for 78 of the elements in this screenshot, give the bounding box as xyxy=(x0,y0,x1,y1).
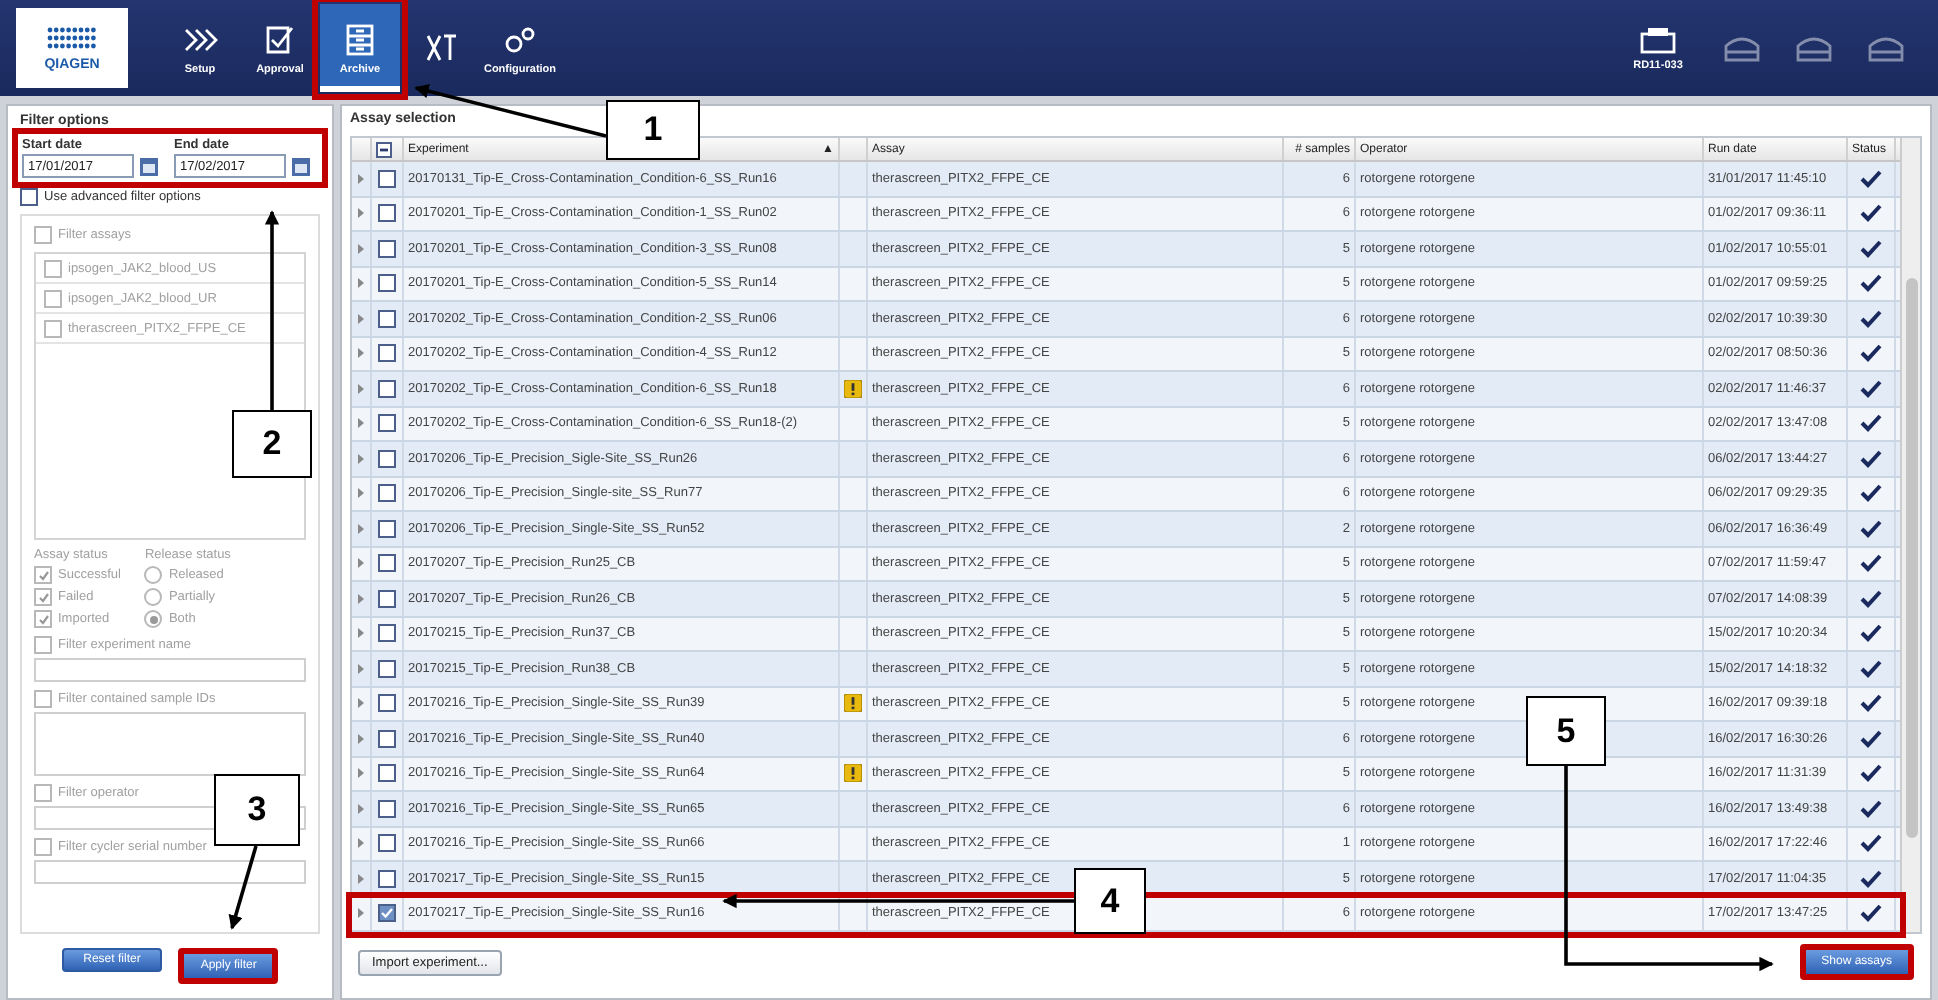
row-checkbox[interactable] xyxy=(378,694,396,713)
row-checkbox[interactable] xyxy=(378,484,396,503)
row-checkbox[interactable] xyxy=(378,519,396,538)
radio-button[interactable] xyxy=(144,566,163,584)
checkbox[interactable] xyxy=(34,610,52,628)
instrument-icon xyxy=(1638,24,1678,56)
expand-icon[interactable] xyxy=(358,803,364,814)
row-checkbox[interactable] xyxy=(378,659,396,678)
checkbox[interactable] xyxy=(34,784,52,802)
row-checkbox[interactable] xyxy=(378,589,396,608)
scrollbar[interactable] xyxy=(1900,138,1920,932)
row-checkbox[interactable] xyxy=(378,834,396,853)
expand-icon[interactable] xyxy=(358,173,364,184)
row-checkbox[interactable] xyxy=(378,309,396,328)
checkbox[interactable] xyxy=(44,319,62,337)
drawers-icon xyxy=(342,21,378,57)
radio-button[interactable] xyxy=(144,588,163,606)
row-checkbox[interactable] xyxy=(378,729,396,748)
expand-icon[interactable] xyxy=(358,383,364,394)
checklist-icon xyxy=(262,21,298,57)
callout-arrow xyxy=(228,845,258,930)
checkbox[interactable] xyxy=(44,289,62,307)
expand-icon[interactable] xyxy=(358,348,364,359)
row-checkbox[interactable] xyxy=(378,869,396,888)
callout-number: 1 xyxy=(606,100,700,160)
row-checkbox[interactable] xyxy=(378,274,396,293)
calendar-icon[interactable] xyxy=(292,157,310,175)
expand-icon[interactable] xyxy=(358,523,364,534)
expand-icon[interactable] xyxy=(358,593,364,604)
row-checkbox[interactable] xyxy=(378,554,396,573)
checkbox[interactable] xyxy=(34,838,52,856)
callout-number: 5 xyxy=(1526,696,1606,766)
checkbox[interactable] xyxy=(20,188,38,206)
expand-icon[interactable] xyxy=(358,208,364,219)
row-checkbox[interactable] xyxy=(378,449,396,468)
checkbox[interactable] xyxy=(34,636,52,654)
expand-icon[interactable] xyxy=(358,243,364,254)
checkbox[interactable] xyxy=(34,588,52,606)
expand-icon[interactable] xyxy=(358,663,364,674)
expand-icon[interactable] xyxy=(358,558,364,569)
row-checkbox[interactable] xyxy=(378,344,396,363)
radio-button[interactable] xyxy=(144,610,163,628)
row-checkbox[interactable] xyxy=(378,414,396,433)
warning-icon xyxy=(844,764,862,783)
row-checkbox[interactable] xyxy=(378,799,396,818)
input-field[interactable] xyxy=(34,860,306,884)
checkbox[interactable] xyxy=(44,259,62,277)
expand-icon[interactable] xyxy=(358,628,364,639)
expand-icon[interactable] xyxy=(358,838,364,849)
row-checkbox[interactable] xyxy=(378,624,396,643)
checkbox[interactable] xyxy=(34,690,52,708)
input-field[interactable] xyxy=(34,658,306,682)
checkbox[interactable] xyxy=(34,566,52,584)
warning-icon xyxy=(844,694,862,713)
select-all-checkbox[interactable] xyxy=(376,141,392,157)
expand-icon[interactable] xyxy=(358,908,364,919)
expand-icon[interactable] xyxy=(358,488,364,499)
callout-number: 2 xyxy=(232,410,312,478)
row-checkbox[interactable] xyxy=(378,169,396,188)
row-checkbox[interactable] xyxy=(378,204,396,223)
expand-icon[interactable] xyxy=(358,313,364,324)
expand-icon[interactable] xyxy=(358,278,364,289)
row-checkbox[interactable] xyxy=(378,904,396,923)
warning-icon xyxy=(844,379,862,398)
expand-icon[interactable] xyxy=(358,873,364,884)
row-checkbox[interactable] xyxy=(378,379,396,398)
expand-icon[interactable] xyxy=(358,453,364,464)
row-checkbox[interactable] xyxy=(378,239,396,258)
calendar-icon[interactable] xyxy=(140,157,158,175)
tools-icon xyxy=(422,30,458,66)
expand-icon[interactable] xyxy=(358,418,364,429)
row-checkbox[interactable] xyxy=(378,764,396,783)
callout-number: 4 xyxy=(1074,868,1146,934)
expand-icon[interactable] xyxy=(358,698,364,709)
expand-icon[interactable] xyxy=(358,768,364,779)
checkbox[interactable] xyxy=(34,226,52,244)
expand-icon[interactable] xyxy=(358,733,364,744)
callout-number: 3 xyxy=(214,774,300,846)
